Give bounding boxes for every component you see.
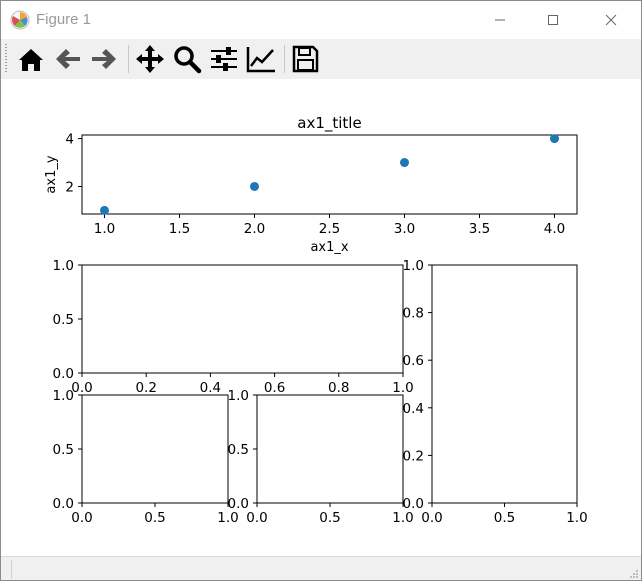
close-icon <box>605 14 617 26</box>
status-bar <box>1 556 641 580</box>
x-tick-label: 0.4 <box>200 380 221 396</box>
save-button[interactable] <box>289 43 321 75</box>
maximize-icon <box>548 15 558 25</box>
axes-4: 0.0 0.5 1.0 0.0 0.5 1.0 <box>228 388 414 526</box>
figure-canvas[interactable]: 1.0 1.5 2.0 2.5 3.0 3.5 4.0 2 4 ax1_title ax1_x ax1… <box>1 79 641 555</box>
resize-grip-icon[interactable] <box>629 569 639 579</box>
pan-button[interactable] <box>134 43 166 75</box>
close-button[interactable] <box>588 1 634 39</box>
axes-title: ax1_title <box>297 114 361 133</box>
back-button[interactable] <box>52 43 84 75</box>
x-tick-label: 0.2 <box>135 380 156 396</box>
y-tick-label: 0.8 <box>403 306 424 322</box>
minimize-button[interactable] <box>477 1 523 39</box>
zoom-button[interactable] <box>171 43 203 75</box>
axes-frame <box>81 134 578 215</box>
axes-3: 0.0 0.5 1.0 0.0 0.5 1.0 <box>53 388 239 526</box>
status-divider <box>11 560 12 579</box>
x-tick-label: 2.5 <box>319 221 340 237</box>
x-tick-label: 2.0 <box>244 221 265 237</box>
home-button[interactable] <box>15 43 47 75</box>
minimize-icon <box>495 19 505 21</box>
x-tick-label: 1.0 <box>392 380 413 396</box>
y-tick-label: 0.5 <box>228 442 249 458</box>
axes-frame <box>81 394 229 504</box>
axes-frame <box>81 264 404 374</box>
y-tick-label: 0.5 <box>53 442 74 458</box>
maximize-button[interactable] <box>530 1 576 39</box>
scatter-point <box>550 134 559 144</box>
x-tick-label: 3.5 <box>469 221 490 237</box>
forward-button[interactable] <box>88 43 120 75</box>
y-tick-label: 2 <box>65 179 74 195</box>
x-tick-label: 0.8 <box>328 380 349 396</box>
toolbar-separator <box>128 45 129 73</box>
y-tick-label: 1.0 <box>53 258 74 274</box>
edit-axes-button[interactable] <box>245 43 277 75</box>
axes-frame <box>431 264 578 504</box>
matplotlib-logo-icon <box>10 10 30 30</box>
configure-subplots-button[interactable] <box>208 43 240 75</box>
x-tick-label: 1.0 <box>94 221 115 237</box>
x-tick-label: 0.5 <box>144 510 165 526</box>
y-tick-label: 1.0 <box>53 388 74 404</box>
axes-2: 0.0 0.2 0.4 0.6 0.8 1.0 0.0 0.5 1.0 <box>53 258 414 396</box>
figure-svg: 1.0 1.5 2.0 2.5 3.0 3.5 4.0 2 4 ax1_title ax1_x ax1… <box>44 114 588 526</box>
title-bar[interactable]: Figure 1 <box>1 1 641 39</box>
scatter-point <box>100 205 109 215</box>
y-tick-label: 0.0 <box>53 366 74 382</box>
y-tick-label: 0.4 <box>403 401 424 417</box>
move-icon <box>136 45 164 73</box>
x-tick-label: 1.5 <box>169 221 190 237</box>
y-tick-label: 0.5 <box>53 312 74 328</box>
x-axis-label: ax1_x <box>310 240 348 255</box>
x-tick-label: 0.5 <box>319 510 340 526</box>
y-tick-label: 1.0 <box>228 388 249 404</box>
navigation-toolbar <box>1 39 641 80</box>
floppy-disk-icon <box>292 45 319 73</box>
axes-1: 1.0 1.5 2.0 2.5 3.0 3.5 4.0 2 4 ax1_title ax1_x ax1… <box>44 114 578 255</box>
x-tick-label: 0.6 <box>264 380 285 396</box>
y-tick-label: 4 <box>65 132 74 148</box>
toolbar-separator <box>284 45 285 73</box>
y-tick-label: 0.0 <box>228 496 249 512</box>
x-tick-label: 0.5 <box>494 510 515 526</box>
line-chart-icon <box>246 47 275 73</box>
y-tick-label: 1.0 <box>403 258 424 274</box>
x-tick-label: 0.0 <box>71 510 92 526</box>
scatter-point <box>400 158 409 168</box>
y-tick-label: 0.2 <box>403 448 424 464</box>
arrow-left-icon <box>56 49 80 69</box>
x-tick-label: 0.0 <box>421 510 442 526</box>
window-title: Figure 1 <box>36 11 92 28</box>
x-tick-label: 4.0 <box>544 221 565 237</box>
arrow-right-icon <box>92 49 116 69</box>
x-tick-label: 1.0 <box>566 510 587 526</box>
scatter-point <box>250 181 259 191</box>
axes-frame <box>256 394 404 504</box>
y-tick-label: 0.6 <box>403 353 424 369</box>
toolbar-grip[interactable] <box>5 44 7 74</box>
figure-window: Figure 1 1.0 1.5 2.0 2.5 3.0 3.5 4.0 2 4… <box>0 0 642 581</box>
y-tick-label: 0.0 <box>53 496 74 512</box>
magnifier-icon <box>174 46 202 74</box>
y-tick-label: 0.0 <box>403 496 424 512</box>
x-tick-label: 3.0 <box>394 221 415 237</box>
y-axis-label: ax1_y <box>44 155 59 193</box>
x-tick-label: 0.0 <box>246 510 267 526</box>
axes-5: 0.0 0.5 1.0 0.0 0.2 0.4 0.6 0.8 1.0 <box>403 258 588 526</box>
sliders-icon <box>211 47 237 71</box>
x-tick-label: 1.0 <box>217 510 238 526</box>
home-icon <box>19 49 43 71</box>
x-tick-label: 0.0 <box>71 380 92 396</box>
x-tick-label: 1.0 <box>392 510 413 526</box>
